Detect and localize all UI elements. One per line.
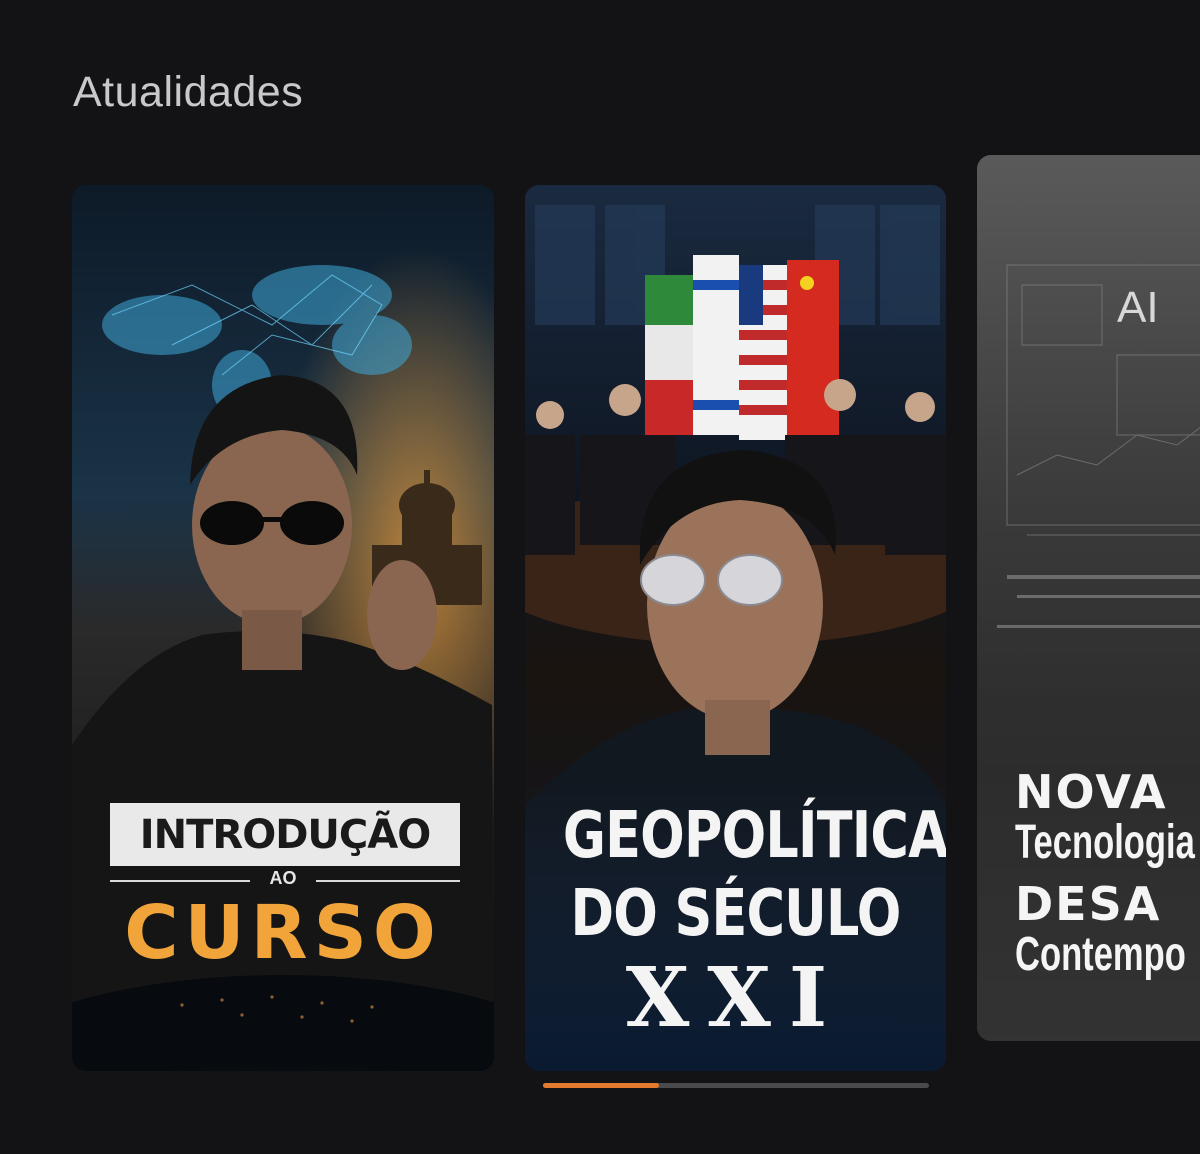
card-title-line1: INTRODUÇÃO <box>110 803 460 866</box>
card-title-line4: Contempo <box>1015 928 1186 981</box>
card-title-line2: DO SÉCULO <box>570 877 901 951</box>
course-card-introducao[interactable]: INTRODUÇÃO AO CURSO <box>72 185 494 1071</box>
card-title-line3: CURSO <box>124 890 442 976</box>
carousel-scrollbar[interactable] <box>543 1083 929 1088</box>
card-title-line3: DESA <box>1015 877 1162 931</box>
carousel-scrollbar-thumb[interactable] <box>543 1083 659 1088</box>
page: Atualidades INTRODUÇÃO AO CURSO GEOPOLÍT… <box>0 0 1200 1154</box>
course-card-nova-tecnologia[interactable]: AI NOVA Tecnologia DESA Contempo <box>977 155 1200 1041</box>
screen-text: AI <box>1117 283 1159 332</box>
card-title-line1: NOVA <box>1015 765 1168 819</box>
card-title-line3: XXI <box>625 950 846 1046</box>
card-title-line2: Tecnologia <box>1015 816 1195 869</box>
section-title: Atualidades <box>73 68 304 116</box>
course-card-geopolitica[interactable]: GEOPOLÍTICA DO SÉCULO XXI <box>525 185 946 1071</box>
card-title-line2: AO <box>269 868 297 888</box>
card-title-line1: GEOPOLÍTICA <box>562 799 946 873</box>
